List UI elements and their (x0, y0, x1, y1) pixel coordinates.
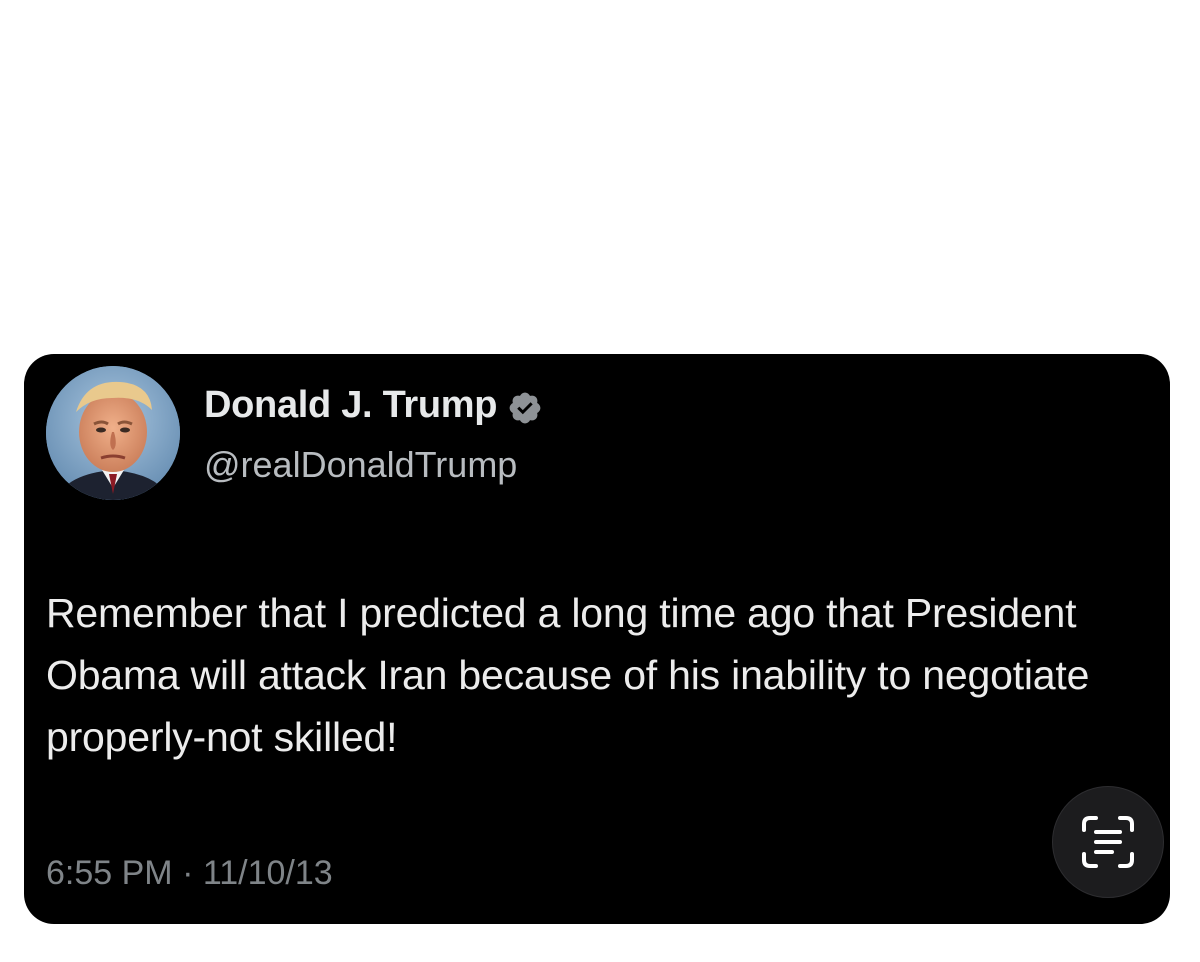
screenshot-page: Donald J. Trump @realDonaldTrump Remembe… (0, 0, 1200, 962)
avatar-photo (46, 366, 180, 500)
tweet-date: 11/10/13 (202, 854, 333, 892)
avatar[interactable] (46, 366, 180, 500)
live-text-icon (1082, 816, 1134, 868)
tweet-card[interactable]: Donald J. Trump @realDonaldTrump Remembe… (24, 354, 1170, 924)
tweet-time: 6:55 PM (46, 854, 173, 892)
author-name-row: Donald J. Trump (204, 384, 543, 427)
tweet-timestamp[interactable]: 6:55 PM · 11/10/13 (46, 854, 333, 893)
verified-badge-icon (507, 390, 543, 426)
author-name[interactable]: Donald J. Trump (204, 384, 498, 427)
tweet-text: Remember that I predicted a long time ag… (46, 590, 1090, 760)
live-text-button[interactable] (1052, 786, 1164, 898)
author-handle[interactable]: @realDonaldTrump (204, 444, 517, 486)
meta-separator: · (182, 854, 194, 892)
